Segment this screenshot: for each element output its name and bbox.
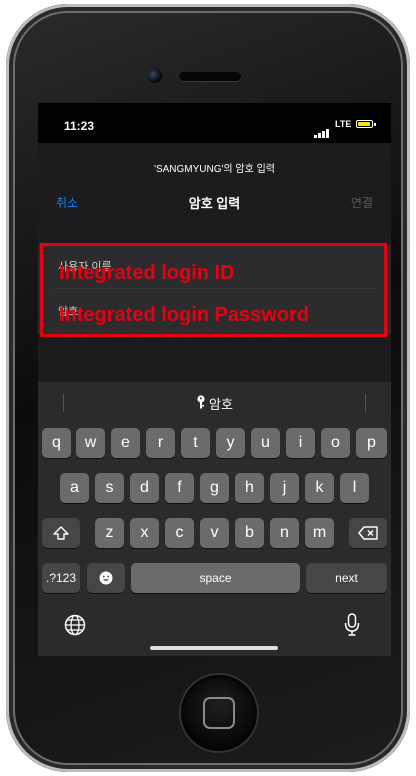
password-suggestion[interactable]: 암호 (38, 394, 391, 413)
home-button[interactable] (181, 675, 257, 751)
earpiece-speaker (179, 72, 241, 81)
key-s[interactable]: s (95, 473, 124, 503)
key-r[interactable]: r (146, 428, 175, 458)
key-e[interactable]: e (111, 428, 140, 458)
key-d[interactable]: d (130, 473, 159, 503)
numbers-key[interactable]: .?123 (42, 563, 80, 593)
annotation-login-id: Integrated login ID (59, 262, 235, 284)
key-n[interactable]: n (270, 518, 299, 548)
key-o[interactable]: o (321, 428, 350, 458)
key-y[interactable]: y (216, 428, 245, 458)
key-t[interactable]: t (181, 428, 210, 458)
connect-button[interactable]: 연결 (351, 194, 373, 211)
status-bar: 11:23 LTE (38, 103, 391, 143)
key-w[interactable]: w (76, 428, 105, 458)
front-camera (147, 68, 162, 83)
key-b[interactable]: b (235, 518, 264, 548)
status-time: 11:23 (64, 119, 95, 133)
network-type: LTE (335, 119, 352, 129)
shift-icon (53, 524, 69, 541)
phone-screen: 11:23 LTE 'SANGMYUNG'의 암호 입력 취소 암호 입력 연결… (38, 103, 391, 656)
shift-key[interactable] (42, 518, 80, 548)
battery-icon (356, 120, 373, 128)
backspace-icon (358, 524, 378, 541)
space-key[interactable]: space (131, 563, 300, 593)
globe-icon[interactable] (64, 614, 86, 641)
key-a[interactable]: a (60, 473, 89, 503)
suggestion-label: 암호 (209, 397, 233, 412)
home-indicator[interactable] (150, 646, 278, 650)
key-m[interactable]: m (305, 518, 334, 548)
sheet-nav-bar: 취소 암호 입력 연결 (38, 186, 391, 218)
key-u[interactable]: u (251, 428, 280, 458)
suggestion-bar: 암호 (38, 382, 391, 422)
key-icon (196, 395, 206, 412)
key-l[interactable]: l (340, 473, 369, 503)
key-h[interactable]: h (235, 473, 264, 503)
key-j[interactable]: j (270, 473, 299, 503)
annotation-box: Integrated login ID Integrated login Pas… (40, 243, 387, 337)
emoji-key[interactable] (87, 563, 125, 593)
key-x[interactable]: x (130, 518, 159, 548)
microphone-icon[interactable] (344, 613, 360, 642)
emoji-icon (99, 569, 113, 586)
annotation-login-password: Integrated login Password (59, 304, 310, 326)
key-q[interactable]: q (42, 428, 71, 458)
key-p[interactable]: p (356, 428, 387, 458)
home-square-icon (203, 697, 235, 729)
signal-icon (314, 120, 330, 138)
sheet-title: 암호 입력 (188, 196, 241, 211)
next-key[interactable]: next (306, 563, 387, 593)
key-c[interactable]: c (165, 518, 194, 548)
key-z[interactable]: z (95, 518, 124, 548)
sheet-subtitle: 'SANGMYUNG'의 암호 입력 (154, 164, 275, 175)
key-k[interactable]: k (305, 473, 334, 503)
keyboard: 암호 q w e r t y u i o p a s d f g h j k l… (38, 382, 391, 656)
key-i[interactable]: i (286, 428, 315, 458)
key-v[interactable]: v (200, 518, 229, 548)
battery-cap (374, 123, 376, 126)
key-f[interactable]: f (165, 473, 194, 503)
key-g[interactable]: g (200, 473, 229, 503)
backspace-key[interactable] (349, 518, 387, 548)
